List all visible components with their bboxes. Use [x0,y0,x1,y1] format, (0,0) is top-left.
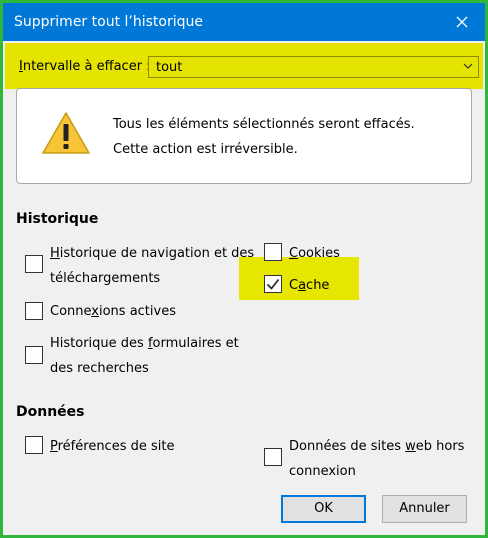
site-preferences-checkbox[interactable] [25,436,43,454]
warning-text-line1: Tous les éléments sélectionnés seront ef… [113,117,415,132]
title-bar: Supprimer tout l’historique [3,3,485,41]
warning-panel: Tous les éléments sélectionnés seront ef… [16,88,472,184]
ok-button[interactable]: OK [281,495,366,523]
active-logins-checkbox[interactable] [25,302,43,320]
offline-website-data-label: Données de sites web hors [289,439,465,454]
form-history-checkbox[interactable] [25,346,43,364]
history-section-title: Historique [16,211,99,227]
cancel-button[interactable]: Annuler [382,495,467,523]
cookies-checkbox[interactable] [264,243,282,261]
warning-icon [42,112,90,154]
close-icon [456,16,468,28]
chevron-down-icon [463,63,473,69]
browsing-history-label-line2: téléchargements [50,271,161,286]
close-button[interactable] [439,3,485,41]
form-history-label-line2: des recherches [50,361,149,376]
time-range-label: Intervalle à effacer : [19,59,151,74]
checkmark-icon [266,279,280,290]
dialog-title: Supprimer tout l’historique [14,14,203,30]
clear-history-dialog: Supprimer tout l’historique Intervalle à… [0,0,488,538]
browsing-history-checkbox[interactable] [25,255,43,273]
data-section-title: Données [16,404,85,420]
cookies-label: Cookies [289,246,340,261]
active-logins-label: Connexions actives [50,304,176,319]
time-range-value: tout [156,60,183,75]
time-range-row: Intervalle à effacer : tout [5,43,483,89]
offline-website-data-checkbox[interactable] [264,448,282,466]
cache-checkbox[interactable] [264,275,282,293]
offline-website-data-label-line2: connexion [289,464,356,479]
time-range-dropdown[interactable]: tout [148,56,479,78]
browsing-history-label: Historique de navigation et des [50,246,255,261]
site-preferences-label: Préférences de site [50,439,175,454]
warning-text-line2: Cette action est irréversible. [113,142,298,157]
cache-label: Cache [289,278,330,293]
form-history-label: Historique des formulaires et [50,336,239,351]
